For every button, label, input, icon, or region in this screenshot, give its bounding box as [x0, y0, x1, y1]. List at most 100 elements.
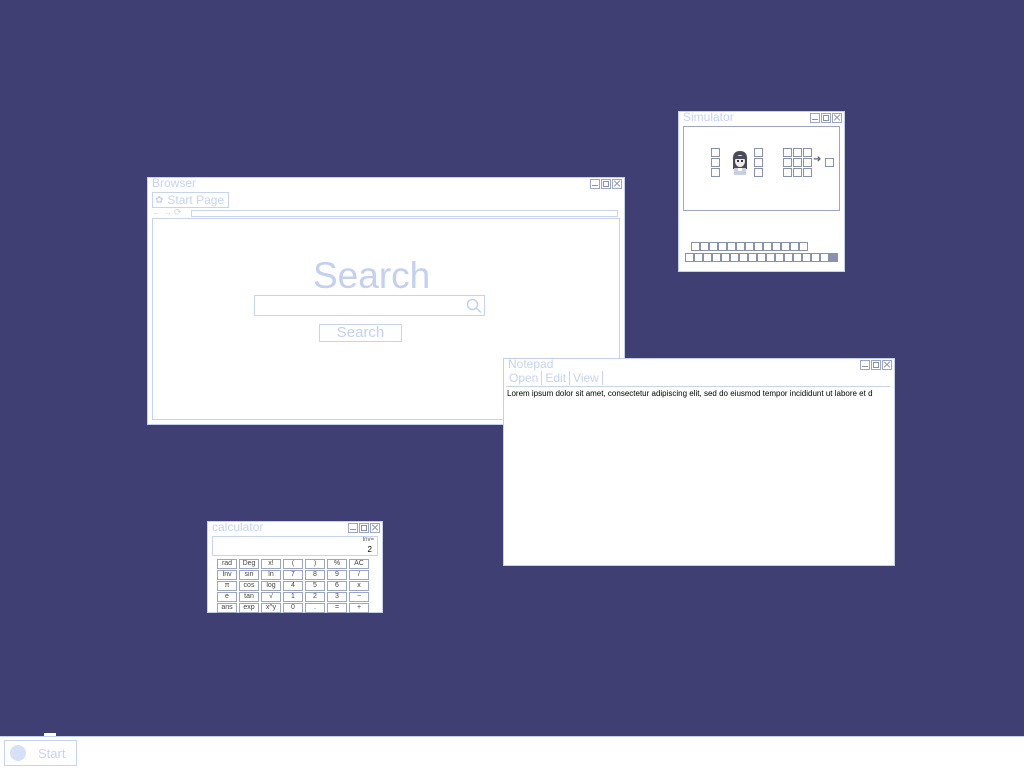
- calc-key[interactable]: log: [261, 581, 281, 591]
- inventory-slot[interactable]: [766, 253, 775, 262]
- maximize-button[interactable]: [601, 179, 611, 189]
- inventory-slot[interactable]: [784, 253, 793, 262]
- calc-key[interactable]: 6: [327, 581, 347, 591]
- inventory-slot[interactable]: [757, 253, 766, 262]
- inventory-slot[interactable]: [802, 253, 811, 262]
- calc-key[interactable]: (: [283, 559, 303, 569]
- minimize-button[interactable]: [860, 360, 870, 370]
- inventory-slot[interactable]: [739, 253, 748, 262]
- inventory-slot[interactable]: [736, 242, 745, 251]
- equipment-slot[interactable]: [711, 168, 720, 177]
- inventory-slot[interactable]: [799, 242, 808, 251]
- crafting-slot[interactable]: [793, 158, 802, 167]
- crafting-slot[interactable]: [783, 168, 792, 177]
- inventory-slot[interactable]: [793, 253, 802, 262]
- reload-icon[interactable]: ⟳: [174, 208, 182, 217]
- notepad-titlebar[interactable]: Notepad: [504, 358, 894, 371]
- inventory-slot[interactable]: [820, 253, 829, 262]
- calc-key[interactable]: x!: [261, 559, 281, 569]
- equipment-slot[interactable]: [754, 148, 763, 157]
- minimize-button[interactable]: [348, 523, 358, 533]
- browser-titlebar[interactable]: Browser: [148, 177, 624, 190]
- calculator-titlebar[interactable]: calculator: [208, 521, 382, 534]
- equipment-slot[interactable]: [711, 158, 720, 167]
- calc-key[interactable]: ln: [261, 570, 281, 580]
- inventory-slot[interactable]: [790, 242, 799, 251]
- calc-key[interactable]: tan: [239, 592, 259, 602]
- start-button[interactable]: Start: [4, 740, 77, 766]
- inventory-slot[interactable]: [763, 242, 772, 251]
- calc-key[interactable]: √: [261, 592, 281, 602]
- back-arrow-icon[interactable]: ←: [152, 208, 161, 217]
- close-button[interactable]: [612, 179, 622, 189]
- browser-tab-start-page[interactable]: ✿ Start Page: [152, 192, 230, 208]
- crafting-output-slot[interactable]: [825, 158, 834, 167]
- calc-key[interactable]: Inv: [217, 570, 237, 580]
- calc-key[interactable]: 9: [327, 570, 347, 580]
- inventory-slot[interactable]: [685, 253, 694, 262]
- inventory-slot[interactable]: [703, 253, 712, 262]
- simulator-titlebar[interactable]: Simulator: [679, 111, 844, 124]
- menu-view[interactable]: View: [570, 371, 603, 385]
- minimize-button[interactable]: [590, 179, 600, 189]
- calc-key[interactable]: 5: [305, 581, 325, 591]
- calc-key[interactable]: 7: [283, 570, 303, 580]
- calc-key[interactable]: 3: [327, 592, 347, 602]
- inventory-slot[interactable]: [811, 253, 820, 262]
- calc-key[interactable]: 0: [283, 603, 303, 613]
- calc-key[interactable]: e: [217, 592, 237, 602]
- calc-key[interactable]: 2: [305, 592, 325, 602]
- maximize-button[interactable]: [871, 360, 881, 370]
- inventory-slot[interactable]: [709, 242, 718, 251]
- crafting-slot[interactable]: [803, 168, 812, 177]
- menu-edit[interactable]: Edit: [542, 371, 571, 385]
- equipment-slot-filled[interactable]: [754, 158, 763, 167]
- crafting-slot[interactable]: [793, 148, 802, 157]
- search-button[interactable]: Search: [319, 324, 402, 342]
- calc-key[interactable]: 4: [283, 581, 303, 591]
- search-icon[interactable]: [466, 298, 482, 313]
- inventory-slot[interactable]: [727, 242, 736, 251]
- inventory-slot[interactable]: [748, 253, 757, 262]
- calc-key[interactable]: π: [217, 581, 237, 591]
- calc-key[interactable]: rad: [217, 559, 237, 569]
- inventory-slot[interactable]: [721, 253, 730, 262]
- inventory-slot[interactable]: [781, 242, 790, 251]
- simulator-window[interactable]: Simulator ➜: [678, 111, 845, 272]
- calc-key[interactable]: 8: [305, 570, 325, 580]
- inventory-more-icon[interactable]: [829, 253, 838, 262]
- equipment-slot[interactable]: [754, 168, 763, 177]
- address-bar[interactable]: [191, 210, 618, 217]
- crafting-slot[interactable]: [783, 148, 792, 157]
- inventory-slot[interactable]: [754, 242, 763, 251]
- equipment-slot[interactable]: [711, 148, 720, 157]
- inventory-slot[interactable]: [700, 242, 709, 251]
- notepad-text-area[interactable]: Lorem ipsum dolor sit amet, consectetur …: [507, 389, 892, 561]
- calc-key[interactable]: ans: [217, 603, 237, 613]
- inventory-slot[interactable]: [694, 253, 703, 262]
- calc-key[interactable]: %: [327, 559, 347, 569]
- inventory-slot[interactable]: [691, 242, 700, 251]
- crafting-slot[interactable]: [803, 158, 812, 167]
- maximize-button[interactable]: [821, 113, 831, 123]
- inventory-slot[interactable]: [745, 242, 754, 251]
- crafting-slot[interactable]: [803, 148, 812, 157]
- calc-key[interactable]: /: [349, 570, 369, 580]
- calc-key[interactable]: .: [305, 603, 325, 613]
- calc-key[interactable]: Deg: [239, 559, 259, 569]
- crafting-slot[interactable]: [793, 168, 802, 177]
- crafting-slot[interactable]: [783, 158, 792, 167]
- inventory-slot[interactable]: [712, 253, 721, 262]
- calc-key[interactable]: x: [349, 581, 369, 591]
- calc-key[interactable]: AC: [349, 559, 369, 569]
- notepad-window[interactable]: Notepad Open Edit View Lorem ipsum dolor…: [503, 358, 895, 566]
- maximize-button[interactable]: [359, 523, 369, 533]
- menu-open[interactable]: Open: [506, 371, 543, 385]
- inventory-slot[interactable]: [772, 242, 781, 251]
- inventory-slot[interactable]: [775, 253, 784, 262]
- calc-key[interactable]: cos: [239, 581, 259, 591]
- calc-key[interactable]: ): [305, 559, 325, 569]
- calc-key[interactable]: 1: [283, 592, 303, 602]
- close-button[interactable]: [882, 360, 892, 370]
- calc-key[interactable]: exp: [239, 603, 259, 613]
